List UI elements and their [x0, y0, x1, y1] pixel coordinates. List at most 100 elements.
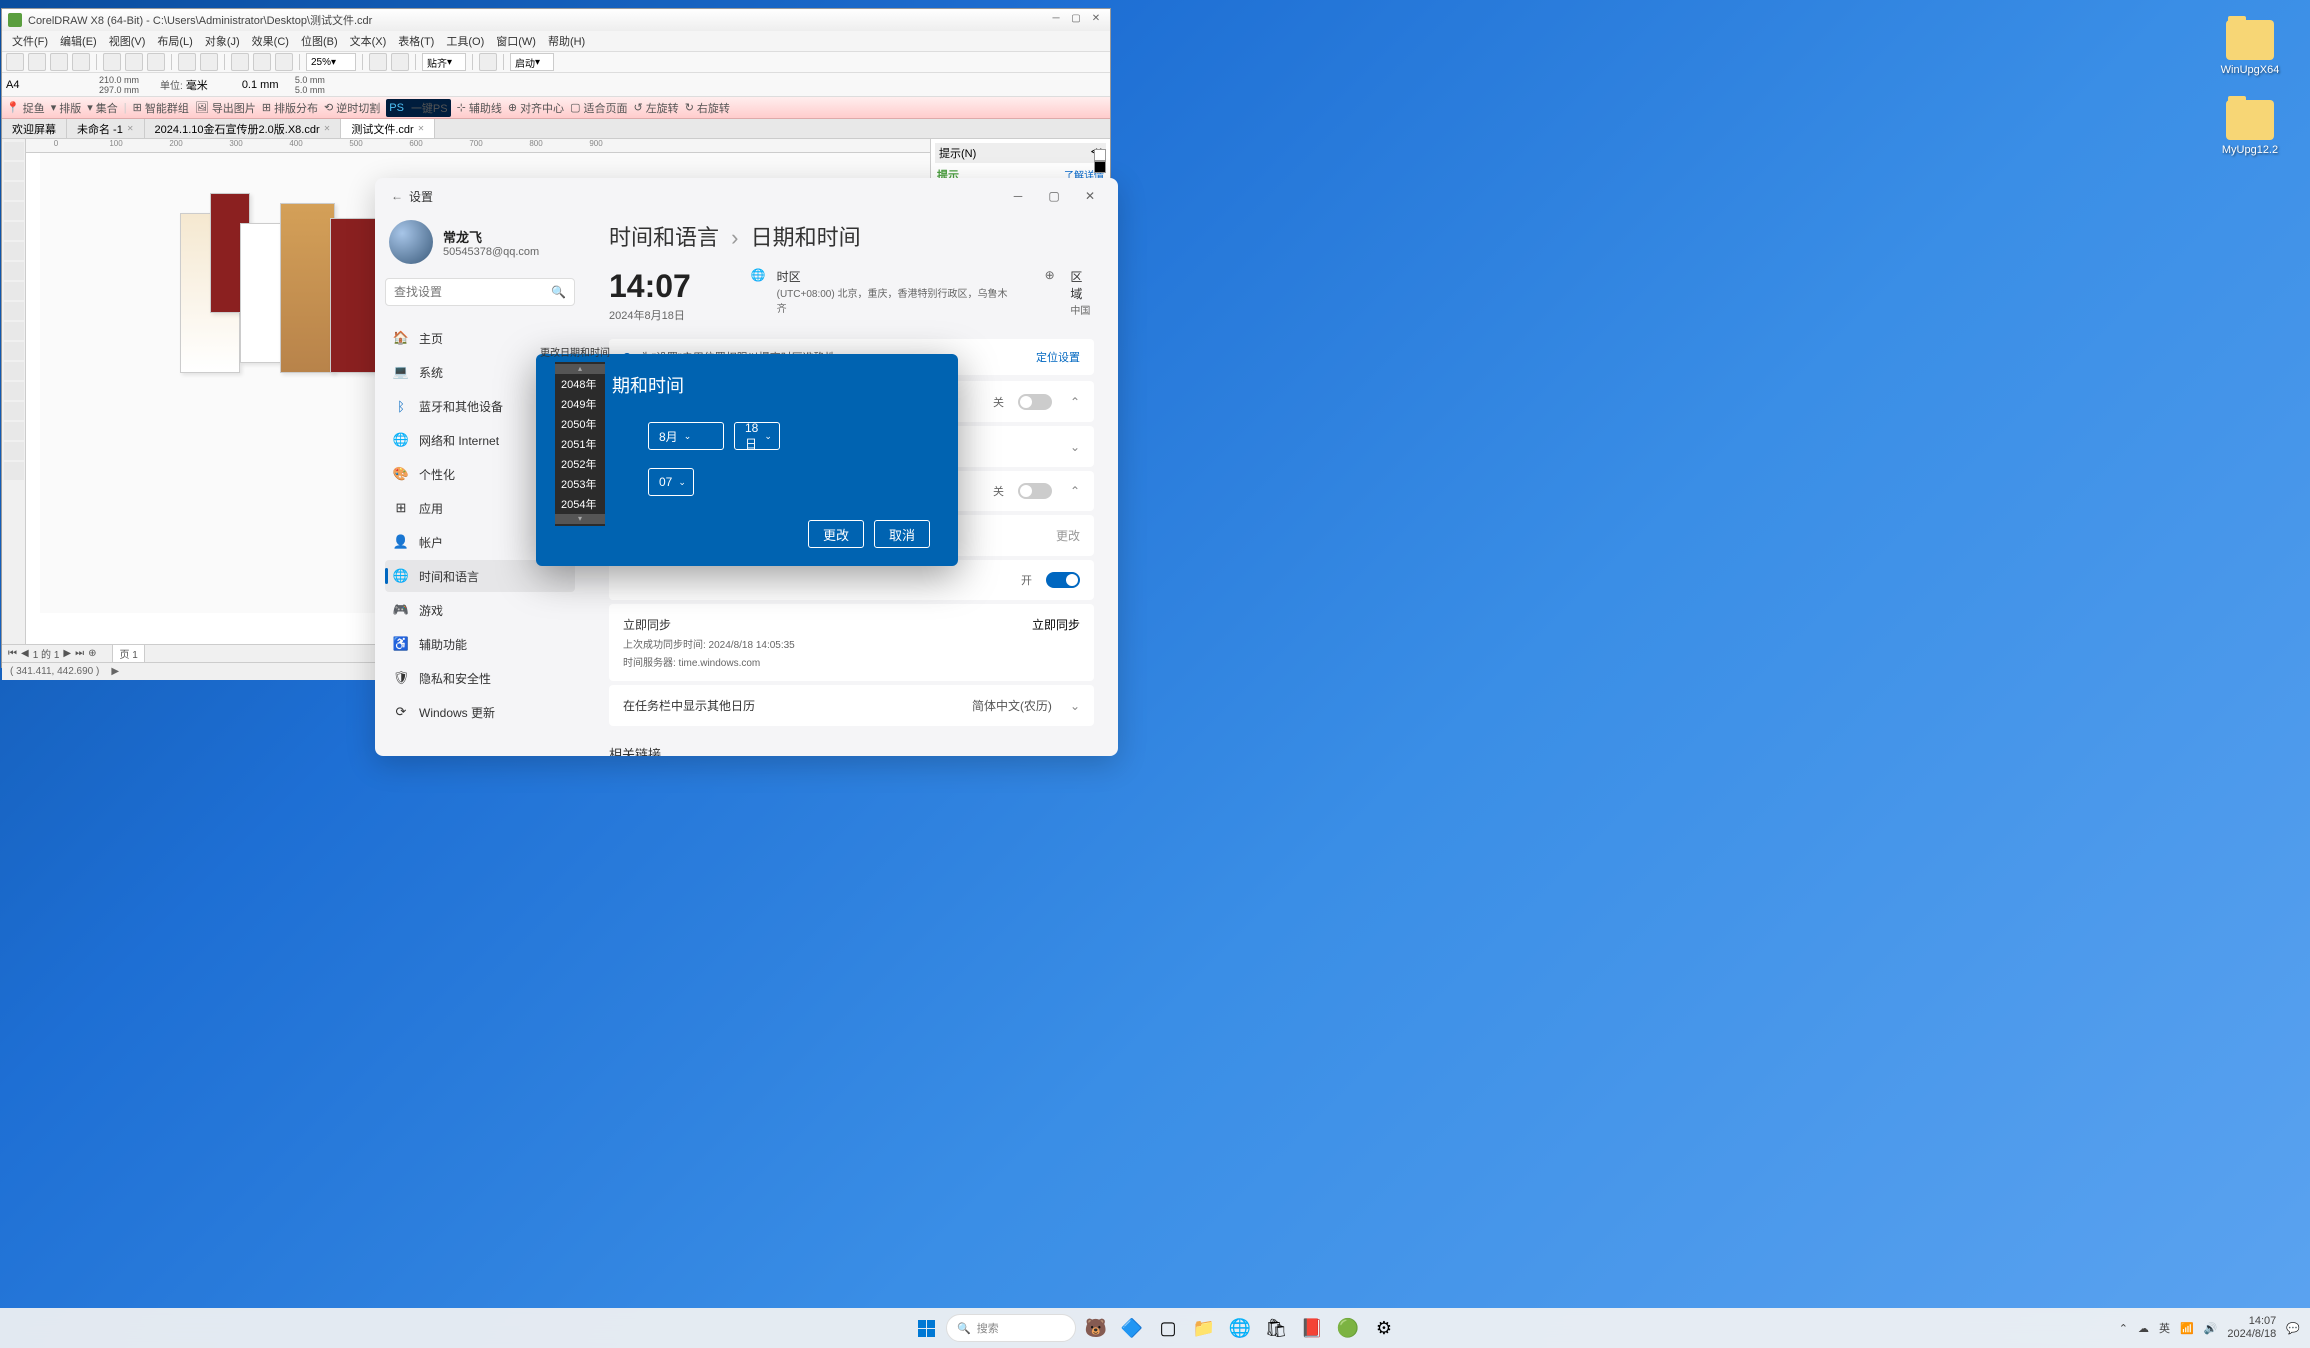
macro-catch[interactable]: 📍捉鱼 — [6, 100, 45, 116]
month-select[interactable]: 8月⌄ — [648, 422, 724, 450]
year-option[interactable]: 2053年 — [555, 474, 605, 494]
cut-button[interactable] — [103, 53, 121, 71]
horizontal-ruler[interactable]: 0100200300400500600700800900 — [26, 139, 930, 153]
nav-gaming[interactable]: 🎮游戏 — [385, 594, 575, 626]
show-tray-toggle[interactable] — [1046, 572, 1080, 588]
nav-privacy[interactable]: 🛡隐私和安全性 — [385, 662, 575, 694]
menu-file[interactable]: 文件(F) — [6, 31, 54, 51]
tray-clock[interactable]: 14:07 2024/8/18 — [2227, 1315, 2276, 1341]
macro-align[interactable]: ⊕对齐中心 — [508, 100, 564, 116]
close-button[interactable]: ✕ — [1088, 13, 1104, 27]
redo-button[interactable] — [200, 53, 218, 71]
dup-y[interactable]: 5.0 mm — [295, 85, 325, 95]
nudge-input[interactable]: 0.1 mm — [242, 79, 292, 91]
location-settings-link[interactable]: 定位设置 — [1036, 349, 1080, 365]
menu-edit[interactable]: 编辑(E) — [54, 31, 103, 51]
tab-doc3[interactable]: 测试文件.cdr✕ — [341, 119, 435, 138]
tray-ime[interactable]: 英 — [2159, 1320, 2170, 1336]
taskbar-explorer[interactable]: 📁 — [1188, 1312, 1220, 1344]
menu-table[interactable]: 表格(T) — [392, 31, 440, 51]
back-button[interactable]: ← — [385, 189, 409, 203]
show-in-tray-card[interactable]: 开 — [609, 560, 1094, 600]
day-select[interactable]: 18日⌄ — [734, 422, 780, 450]
taskbar-settings[interactable]: ⚙ — [1368, 1312, 1400, 1344]
tray-wifi-icon[interactable]: 📶 — [2180, 1322, 2194, 1335]
year-option[interactable]: 2054年 — [555, 494, 605, 514]
macro-patrol[interactable]: ⟲逆时切割 — [324, 100, 380, 116]
menu-view[interactable]: 视图(V) — [103, 31, 152, 51]
freehand-tool[interactable] — [4, 222, 24, 240]
tab-welcome[interactable]: 欢迎屏幕 — [2, 119, 67, 138]
polygon-tool[interactable] — [4, 302, 24, 320]
swatch-black[interactable] — [1094, 161, 1106, 173]
artistic-tool[interactable] — [4, 242, 24, 260]
connector-tool[interactable] — [4, 362, 24, 380]
coreldraw-titlebar[interactable]: CorelDRAW X8 (64-Bit) - C:\Users\Adminis… — [2, 9, 1110, 31]
calendar-card[interactable]: 在任务栏中显示其他日历 简体中文(农历) ⌄ — [609, 685, 1094, 726]
year-option[interactable]: 2050年 — [555, 414, 605, 434]
macro-guides[interactable]: ⊹辅助线 — [457, 100, 502, 116]
macro-export[interactable]: 🖼导出图片 — [195, 100, 256, 116]
start-button[interactable] — [910, 1312, 942, 1344]
grid-button[interactable] — [391, 53, 409, 71]
fullscreen-button[interactable] — [369, 53, 387, 71]
taskbar-search[interactable]: 🔍搜索 — [946, 1314, 1076, 1342]
pdf-button[interactable] — [275, 53, 293, 71]
year-option[interactable]: 2048年 — [555, 374, 605, 394]
scroll-up-button[interactable]: ▴ — [555, 364, 605, 374]
fill-tool[interactable] — [4, 442, 24, 460]
shape-tool[interactable] — [4, 162, 24, 180]
taskbar-app-green[interactable]: 🟢 — [1332, 1312, 1364, 1344]
pick-tool[interactable] — [4, 142, 24, 160]
tray-onedrive-icon[interactable]: ☁ — [2138, 1322, 2149, 1335]
swatch-none[interactable] — [1094, 149, 1106, 161]
options-button[interactable] — [479, 53, 497, 71]
year-option[interactable]: 2052年 — [555, 454, 605, 474]
dup-x[interactable]: 5.0 mm — [295, 75, 325, 85]
search-input[interactable] — [394, 285, 551, 299]
maximize-button[interactable]: ▢ — [1036, 182, 1072, 210]
page-first[interactable]: ⏮ — [8, 648, 17, 659]
taskbar-taskview[interactable]: ▢ — [1152, 1312, 1184, 1344]
chevron-up-icon[interactable]: ⌃ — [1070, 395, 1080, 409]
minimize-button[interactable]: ─ — [1048, 13, 1064, 27]
page-last[interactable]: ⏭ — [75, 648, 84, 659]
chevron-down-icon[interactable]: ⌄ — [1070, 440, 1080, 454]
maximize-button[interactable]: ▢ — [1068, 13, 1084, 27]
chevron-up-icon[interactable]: ⌃ — [1070, 484, 1080, 498]
undo-button[interactable] — [178, 53, 196, 71]
scroll-down-button[interactable]: ▾ — [555, 514, 605, 524]
open-button[interactable] — [28, 53, 46, 71]
macro-ps[interactable]: PS一键PS — [386, 99, 450, 117]
export-button[interactable] — [253, 53, 271, 71]
page-prev[interactable]: ◀ — [21, 648, 29, 659]
macro-collection[interactable]: ▾集合 — [87, 100, 118, 116]
year-option[interactable]: 2051年 — [555, 434, 605, 454]
eyedropper-tool[interactable] — [4, 422, 24, 440]
text-tool[interactable] — [4, 322, 24, 340]
artwork[interactable] — [180, 193, 400, 403]
rectangle-tool[interactable] — [4, 262, 24, 280]
zoom-tool[interactable] — [4, 202, 24, 220]
minimize-button[interactable]: ─ — [1000, 182, 1036, 210]
taskbar-copilot[interactable]: 🔷 — [1116, 1312, 1148, 1344]
launch-combo[interactable]: 启动 ▾ — [510, 53, 554, 71]
page-tab[interactable]: 页 1 — [112, 644, 144, 663]
ellipse-tool[interactable] — [4, 282, 24, 300]
tray-volume-icon[interactable]: 🔊 — [2204, 1322, 2218, 1335]
page-width[interactable]: 210.0 mm — [99, 75, 139, 85]
crop-tool[interactable] — [4, 182, 24, 200]
drop-shadow-tool[interactable] — [4, 382, 24, 400]
desktop-folder-2[interactable]: MyUpg12.2 — [2220, 100, 2280, 156]
change-button[interactable]: 更改 — [1056, 527, 1080, 544]
menu-effects[interactable]: 效果(C) — [246, 31, 295, 51]
macro-smartgroup[interactable]: ⊞智能群组 — [133, 100, 189, 116]
macro-distribute[interactable]: ⊞排版分布 — [262, 100, 318, 116]
menu-tools[interactable]: 工具(O) — [440, 31, 490, 51]
print-button[interactable] — [72, 53, 90, 71]
tab-untitled[interactable]: 未命名 -1✕ — [67, 119, 145, 138]
dialog-change-button[interactable]: 更改 — [808, 520, 864, 548]
tray-chevron[interactable]: ⌃ — [2119, 1322, 2128, 1335]
menu-help[interactable]: 帮助(H) — [542, 31, 591, 51]
paper-size-combo[interactable]: A4 — [6, 79, 96, 91]
